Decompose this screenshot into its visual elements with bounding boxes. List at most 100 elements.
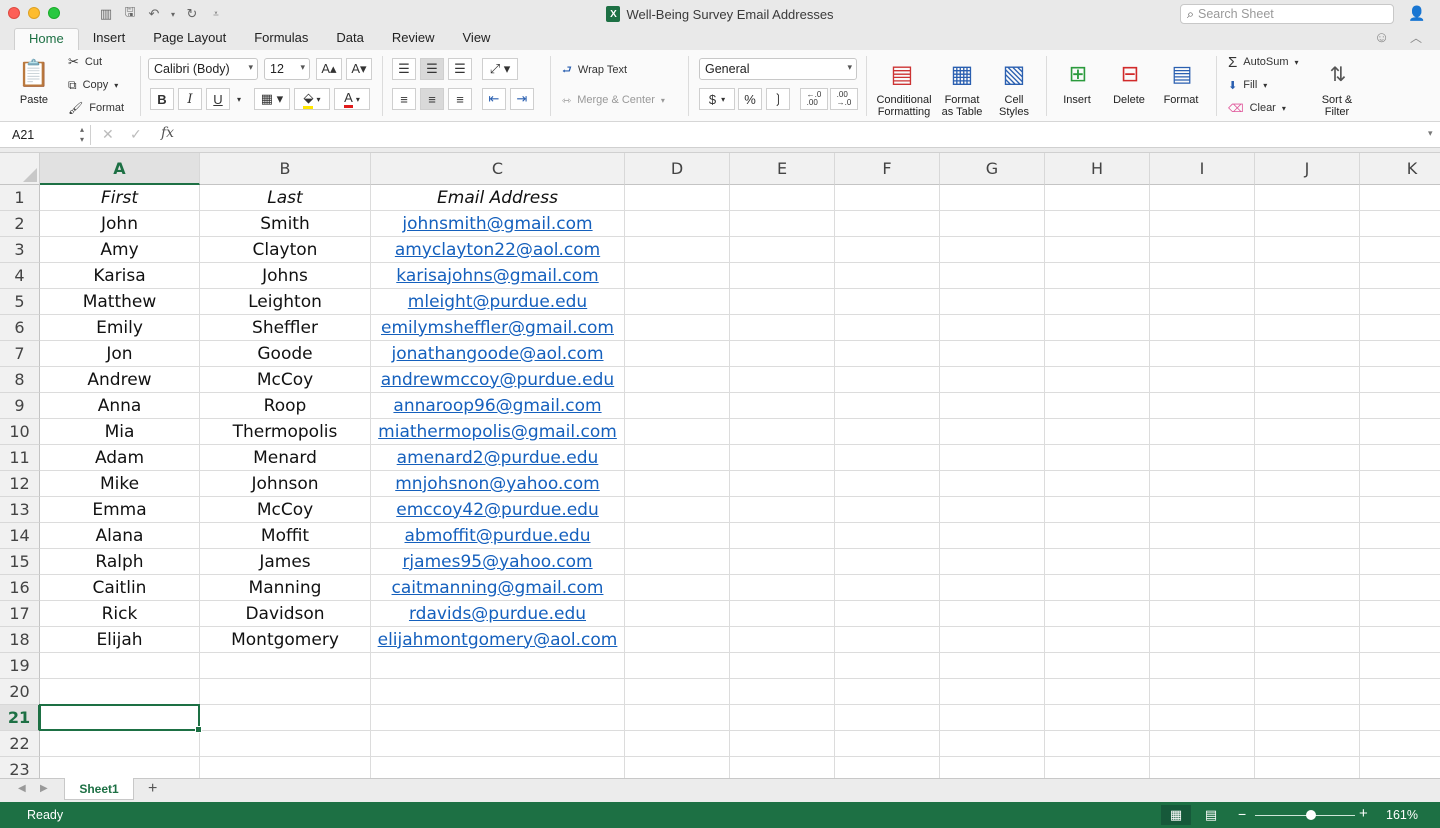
cell-j21[interactable] [1255, 705, 1360, 731]
cell-j15[interactable] [1255, 549, 1360, 575]
cell-b23[interactable] [200, 757, 371, 778]
cell-e6[interactable] [730, 315, 835, 341]
decrease-indent-button[interactable]: ⇤ [482, 88, 506, 110]
cell-e5[interactable] [730, 289, 835, 315]
cell-k2[interactable] [1360, 211, 1440, 237]
cell-j16[interactable] [1255, 575, 1360, 601]
cell-d23[interactable] [625, 757, 730, 778]
cell-j10[interactable] [1255, 419, 1360, 445]
cell-j5[interactable] [1255, 289, 1360, 315]
cell-h15[interactable] [1045, 549, 1150, 575]
cell-k18[interactable] [1360, 627, 1440, 653]
delete-cells-button[interactable]: Delete [1106, 94, 1152, 106]
add-sheet-icon[interactable]: + [148, 780, 157, 798]
column-header-k[interactable]: K [1360, 153, 1440, 185]
cell-h22[interactable] [1045, 731, 1150, 757]
align-bottom-button[interactable]: ☰ [448, 58, 472, 80]
zoom-slider-handle[interactable] [1306, 810, 1316, 820]
cell-k16[interactable] [1360, 575, 1440, 601]
cell-h10[interactable] [1045, 419, 1150, 445]
expand-formula-bar-icon[interactable]: ▾ [1428, 128, 1433, 139]
number-format-select[interactable]: General ▾ [699, 58, 857, 80]
cell-i7[interactable] [1150, 341, 1255, 367]
cell-d21[interactable] [625, 705, 730, 731]
conditional-formatting-button[interactable]: Conditional Formatting [872, 94, 936, 118]
row-header-21[interactable]: 21 [0, 705, 40, 731]
page-layout-view-icon[interactable]: ▤ [1196, 805, 1226, 825]
cell-a19[interactable] [40, 653, 200, 679]
cell-e20[interactable] [730, 679, 835, 705]
cell-f12[interactable] [835, 471, 940, 497]
cell-b21[interactable] [200, 705, 371, 731]
tab-formulas[interactable]: Formulas [240, 28, 322, 50]
wrap-text-button[interactable]: ⮐ Wrap Text [562, 62, 627, 78]
decrease-font-size-button[interactable]: A▾ [346, 58, 372, 80]
cell-b4[interactable]: Johns [200, 263, 371, 289]
cell-d16[interactable] [625, 575, 730, 601]
cell-d17[interactable] [625, 601, 730, 627]
cell-e10[interactable] [730, 419, 835, 445]
tab-review[interactable]: Review [378, 28, 449, 50]
cell-a23[interactable] [40, 757, 200, 778]
tab-view[interactable]: View [449, 28, 505, 50]
cell-i2[interactable] [1150, 211, 1255, 237]
cell-j23[interactable] [1255, 757, 1360, 778]
cell-f11[interactable] [835, 445, 940, 471]
cell-c15[interactable]: rjames95@yahoo.com [371, 549, 625, 575]
cell-k14[interactable] [1360, 523, 1440, 549]
paste-button[interactable]: Paste [14, 94, 54, 106]
previous-sheet-icon[interactable]: ◀ [18, 783, 26, 794]
cell-c20[interactable] [371, 679, 625, 705]
tab-page-layout[interactable]: Page Layout [139, 28, 240, 50]
cell-e9[interactable] [730, 393, 835, 419]
name-box[interactable]: A21 ▴ ▾ [4, 125, 88, 145]
cell-a3[interactable]: Amy [40, 237, 200, 263]
cell-b22[interactable] [200, 731, 371, 757]
cell-i12[interactable] [1150, 471, 1255, 497]
cell-i18[interactable] [1150, 627, 1255, 653]
cell-i16[interactable] [1150, 575, 1255, 601]
cell-k8[interactable] [1360, 367, 1440, 393]
cell-j20[interactable] [1255, 679, 1360, 705]
cell-b8[interactable]: McCoy [200, 367, 371, 393]
cell-e16[interactable] [730, 575, 835, 601]
cell-d7[interactable] [625, 341, 730, 367]
cell-k11[interactable] [1360, 445, 1440, 471]
cell-j22[interactable] [1255, 731, 1360, 757]
cell-j11[interactable] [1255, 445, 1360, 471]
cell-d10[interactable] [625, 419, 730, 445]
cell-k12[interactable] [1360, 471, 1440, 497]
cell-h2[interactable] [1045, 211, 1150, 237]
cell-f14[interactable] [835, 523, 940, 549]
row-header-2[interactable]: 2 [0, 211, 40, 237]
cell-i14[interactable] [1150, 523, 1255, 549]
cell-f21[interactable] [835, 705, 940, 731]
tab-home[interactable]: Home [14, 28, 79, 50]
cell-g4[interactable] [940, 263, 1045, 289]
cell-b3[interactable]: Clayton [200, 237, 371, 263]
cell-a6[interactable]: Emily [40, 315, 200, 341]
cell-j12[interactable] [1255, 471, 1360, 497]
cell-b15[interactable]: James [200, 549, 371, 575]
undo-dropdown-icon[interactable]: ▾ [168, 4, 178, 24]
select-all-button[interactable] [0, 153, 40, 185]
sort-filter-button[interactable]: Sort & Filter [1312, 94, 1362, 118]
cell-g7[interactable] [940, 341, 1045, 367]
cell-c11[interactable]: amenard2@purdue.edu [371, 445, 625, 471]
cell-i10[interactable] [1150, 419, 1255, 445]
cell-b13[interactable]: McCoy [200, 497, 371, 523]
cell-g2[interactable] [940, 211, 1045, 237]
next-sheet-icon[interactable]: ▶ [40, 783, 48, 794]
align-right-button[interactable]: ≡ [448, 88, 472, 110]
align-center-button[interactable]: ≡ [420, 88, 444, 110]
cell-g3[interactable] [940, 237, 1045, 263]
cell-e17[interactable] [730, 601, 835, 627]
underline-dropdown-icon[interactable]: ▾ [232, 88, 246, 110]
cell-h3[interactable] [1045, 237, 1150, 263]
cancel-entry-icon[interactable]: ✕ [102, 126, 114, 143]
zoom-window-button[interactable] [48, 7, 60, 19]
cell-d19[interactable] [625, 653, 730, 679]
cell-e19[interactable] [730, 653, 835, 679]
cell-e7[interactable] [730, 341, 835, 367]
cell-b12[interactable]: Johnson [200, 471, 371, 497]
